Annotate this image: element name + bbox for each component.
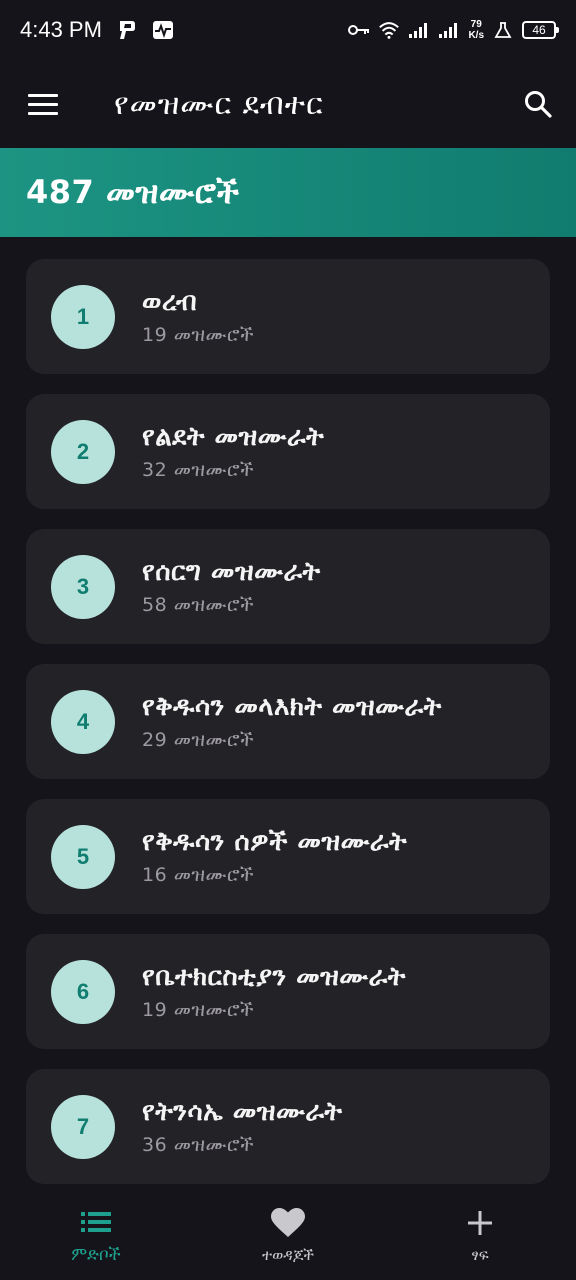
app-title: የመዝሙር ደብተር	[114, 86, 324, 122]
signal-icon-2	[438, 19, 460, 41]
battery-icon: 46	[522, 21, 559, 39]
category-text: የልደት መዝሙራት 32 መዝሙሮች	[142, 422, 324, 481]
category-card[interactable]: 7 የትንሳኤ መዝሙራት 36 መዝሙሮች	[26, 1069, 550, 1184]
category-number: 4	[51, 689, 115, 754]
key-icon	[348, 19, 370, 41]
status-left: 4:43 PM	[20, 17, 174, 43]
category-song-count: 29 መዝሙሮች	[142, 729, 255, 751]
category-song-count: 19 መዝሙሮች	[142, 999, 255, 1021]
network-speed: 79 K/s	[468, 19, 484, 41]
signal-icon-1	[408, 19, 430, 41]
category-list: 1 ወረብ 19 መዝሙሮች 2 የልደት መዝሙራት 32 መዝሙሮች 3 የ…	[26, 259, 550, 1184]
category-card[interactable]: 3 የሰርግ መዝሙራት 58 መዝሙሮች	[26, 529, 550, 644]
status-right: 79 K/s 46	[348, 19, 559, 41]
search-icon[interactable]	[516, 82, 560, 126]
category-card[interactable]: 5 የቅዱሳን ሰዎች መዝሙራት 16 መዝሙሮች	[26, 799, 550, 914]
status-bar: 4:43 PM 79 K/s 46	[0, 0, 576, 60]
nav-favorites[interactable]: ተወዳጆች	[192, 1208, 384, 1264]
status-time: 4:43 PM	[20, 17, 102, 42]
activity-icon	[152, 19, 174, 41]
category-text: የቅዱሳን ሰዎች መዝሙራት 16 መዝሙሮች	[142, 827, 407, 886]
category-card[interactable]: 1 ወረብ 19 መዝሙሮች	[26, 259, 550, 374]
category-song-count: 32 መዝሙሮች	[142, 459, 255, 481]
category-song-count: 58 መዝሙሮች	[142, 594, 255, 616]
category-number: 7	[51, 1094, 115, 1159]
bottom-nav: ምድቦች ተወዳጆች ፃፍ	[0, 1192, 576, 1280]
category-text: የሰርግ መዝሙራት 58 መዝሙሮች	[142, 557, 321, 616]
category-card[interactable]: 6 የቤተክርስቲያን መዝሙራት 19 መዝሙሮች	[26, 934, 550, 1049]
category-text: የቅዱሳን መላእክት መዝሙራት 29 መዝሙሮች	[142, 692, 442, 751]
category-number: 2	[51, 419, 115, 484]
category-card[interactable]: 4 የቅዱሳን መላእክት መዝሙራት 29 መዝሙሮች	[26, 664, 550, 779]
category-text: ወረብ 19 መዝሙሮች	[142, 287, 254, 346]
song-count-banner: 487 መዝሙሮች	[0, 148, 576, 237]
flask-icon	[492, 19, 514, 41]
wifi-icon	[378, 19, 400, 41]
category-number: 3	[51, 554, 115, 619]
nav-write-label: ፃፍ	[471, 1246, 489, 1264]
category-text: የቤተክርስቲያን መዝሙራት 19 መዝሙሮች	[142, 962, 406, 1021]
category-title: የትንሳኤ መዝሙራት	[142, 1097, 343, 1127]
category-text: የትንሳኤ መዝሙራት 36 መዝሙሮች	[142, 1097, 342, 1156]
nav-categories[interactable]: ምድቦች	[0, 1207, 192, 1265]
category-title: የልደት መዝሙራት	[142, 422, 325, 452]
nav-write[interactable]: ፃፍ	[384, 1208, 576, 1264]
category-title: ወረብ	[142, 287, 198, 317]
category-song-count: 16 መዝሙሮች	[142, 864, 255, 886]
p-app-icon	[116, 19, 138, 41]
network-speed-unit: K/s	[468, 30, 484, 41]
category-card[interactable]: 2 የልደት መዝሙራት 32 መዝሙሮች	[26, 394, 550, 509]
category-number: 6	[51, 959, 115, 1024]
category-song-count: 36 መዝሙሮች	[142, 1134, 255, 1156]
plus-icon	[467, 1208, 493, 1238]
app-bar: የመዝሙር ደብተር	[0, 60, 576, 148]
category-title: የቅዱሳን ሰዎች መዝሙራት	[142, 827, 408, 857]
category-title: የቤተክርስቲያን መዝሙራት	[142, 962, 406, 992]
category-title: የሰርግ መዝሙራት	[142, 557, 321, 587]
category-title: የቅዱሳን መላእክት መዝሙራት	[142, 692, 442, 722]
category-number: 5	[51, 824, 115, 889]
network-speed-value: 79	[470, 19, 482, 30]
category-number: 1	[51, 284, 115, 349]
song-count-text: 487 መዝሙሮች	[26, 173, 240, 211]
heart-icon	[271, 1208, 305, 1238]
nav-favorites-label: ተወዳጆች	[261, 1246, 315, 1264]
list-icon	[80, 1207, 112, 1237]
category-song-count: 19 መዝሙሮች	[142, 324, 255, 346]
nav-categories-label: ምድቦች	[71, 1245, 121, 1265]
menu-icon[interactable]	[28, 87, 62, 121]
